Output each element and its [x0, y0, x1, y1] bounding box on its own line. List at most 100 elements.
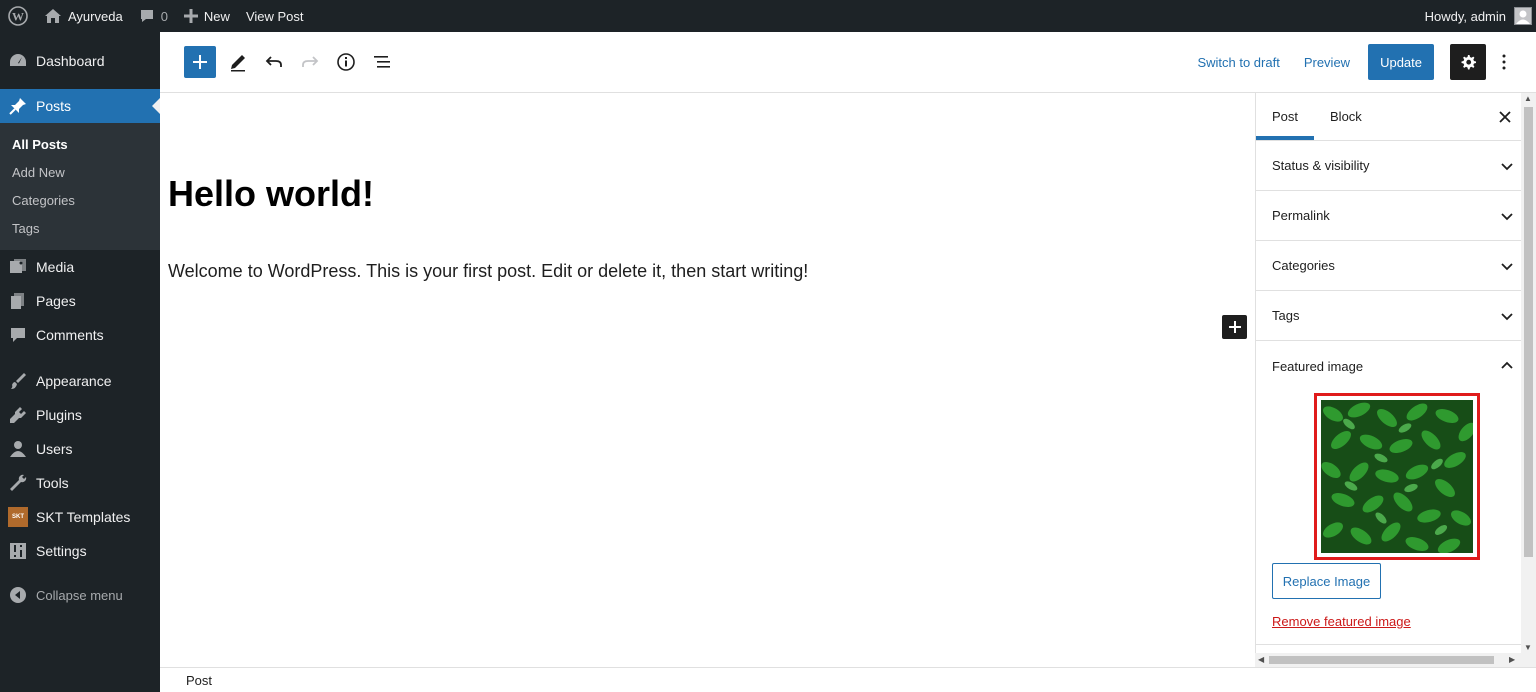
scroll-down-icon: ▼ — [1524, 643, 1532, 652]
scroll-left-icon: ◀ — [1258, 655, 1265, 664]
breadcrumb-post[interactable]: Post — [186, 673, 212, 688]
panel-title: Tags — [1272, 308, 1300, 323]
featured-image-thumbnail[interactable] — [1321, 400, 1473, 553]
comments-link[interactable]: 0 — [131, 0, 176, 32]
wrench-icon — [8, 473, 28, 493]
plus-icon — [1228, 320, 1242, 334]
view-post-link[interactable]: View Post — [238, 0, 312, 32]
scroll-right-icon: ▶ — [1509, 655, 1516, 664]
block-breadcrumb: Post — [160, 667, 1536, 692]
submenu-categories[interactable]: Categories — [0, 186, 160, 214]
new-content-link[interactable]: New — [176, 0, 238, 32]
sidebar-item-users[interactable]: Users — [0, 432, 160, 466]
replace-image-button[interactable]: Replace Image — [1272, 563, 1381, 599]
panel-divider — [1256, 644, 1521, 645]
sidebar-item-posts[interactable]: Posts — [0, 89, 160, 123]
sidebar-item-label: Users — [36, 441, 73, 457]
sidebar-item-label: Dashboard — [36, 53, 105, 69]
submenu-tags[interactable]: Tags — [0, 214, 160, 242]
sidebar-item-label: Settings — [36, 543, 87, 559]
collapse-menu-button[interactable]: Collapse menu — [0, 578, 160, 612]
panel-categories[interactable]: Categories — [1256, 241, 1521, 291]
my-account[interactable]: Howdy, admin — [1425, 0, 1536, 32]
post-title[interactable]: Hello world! — [168, 173, 374, 215]
site-name-link[interactable]: Ayurveda — [36, 0, 131, 32]
settings-vertical-scrollbar[interactable]: ▲ ▼ — [1521, 93, 1536, 653]
undo-button[interactable] — [256, 44, 292, 80]
panel-title: Permalink — [1272, 208, 1330, 223]
remove-featured-image-link[interactable]: Remove featured image — [1272, 614, 1411, 629]
pages-icon — [8, 291, 28, 311]
comments-count: 0 — [160, 8, 168, 24]
plus-icon — [192, 54, 208, 70]
more-options-button[interactable] — [1492, 44, 1516, 80]
sidebar-item-tools[interactable]: Tools — [0, 466, 160, 500]
settings-horizontal-scrollbar[interactable]: ◀ ▶ — [1255, 653, 1536, 667]
sidebar-item-label: SKT Templates — [36, 509, 131, 525]
sidebar-item-settings[interactable]: Settings — [0, 534, 160, 568]
pin-icon — [8, 96, 28, 116]
sidebar-item-skt-templates[interactable]: SKT SKT Templates — [0, 500, 160, 534]
details-button[interactable] — [328, 44, 364, 80]
tools-pencil-button[interactable] — [220, 44, 256, 80]
posts-submenu: All Posts Add New Categories Tags — [0, 123, 160, 250]
panel-tags[interactable]: Tags — [1256, 291, 1521, 341]
wordpress-logo-icon[interactable]: W — [0, 0, 36, 32]
submenu-add-new[interactable]: Add New — [0, 158, 160, 186]
howdy-text: Howdy, admin — [1424, 8, 1506, 24]
close-settings-button[interactable] — [1493, 105, 1517, 129]
post-paragraph[interactable]: Welcome to WordPress. This is your first… — [168, 261, 808, 282]
view-post-label: View Post — [245, 8, 304, 24]
scrollbar-thumb[interactable] — [1269, 656, 1494, 664]
list-view-button[interactable] — [364, 44, 400, 80]
admin-bar: W Ayurveda 0 New View Post Howdy, admin — [0, 0, 1536, 32]
panel-title: Status & visibility — [1272, 158, 1370, 173]
update-button[interactable]: Update — [1368, 44, 1434, 80]
plus-icon — [183, 9, 198, 23]
brush-icon — [8, 371, 28, 391]
sidebar-item-comments[interactable]: Comments — [0, 318, 160, 352]
sidebar-item-pages[interactable]: Pages — [0, 284, 160, 318]
close-icon — [1499, 111, 1511, 123]
sidebar-item-label: Tools — [36, 475, 69, 491]
sidebar-item-label: Appearance — [36, 373, 112, 389]
comment-icon — [8, 325, 28, 345]
panel-featured-image: Featured image Replace Image Remove feat… — [1256, 341, 1521, 645]
sidebar-tabs: Post Block — [1256, 93, 1521, 141]
panel-status-visibility[interactable]: Status & visibility — [1256, 141, 1521, 191]
panel-permalink[interactable]: Permalink — [1256, 191, 1521, 241]
editor-canvas: Hello world! Welcome to WordPress. This … — [160, 93, 1255, 667]
scrollbar-thumb[interactable] — [1524, 107, 1533, 557]
chevron-down-icon — [1499, 258, 1515, 274]
chevron-up-icon — [1499, 358, 1515, 374]
switch-to-draft-button[interactable]: Switch to draft — [1185, 55, 1291, 70]
sidebar-item-plugins[interactable]: Plugins — [0, 398, 160, 432]
redo-icon — [300, 52, 320, 72]
sidebar-item-label: Media — [36, 259, 75, 275]
sidebar-item-media[interactable]: Media — [0, 250, 160, 284]
submenu-all-posts[interactable]: All Posts — [0, 130, 160, 158]
sidebar-item-label: Plugins — [36, 407, 82, 423]
chevron-down-icon — [1499, 208, 1515, 224]
comment-bubble-icon — [139, 8, 155, 24]
settings-toggle-button[interactable] — [1450, 44, 1486, 80]
list-view-icon — [372, 52, 392, 72]
settings-sidebar: Post Block Status & visibility Permalink… — [1255, 93, 1521, 653]
home-icon — [44, 8, 62, 24]
panel-title: Categories — [1272, 258, 1335, 273]
featured-image-header[interactable]: Featured image — [1272, 341, 1513, 391]
block-inserter-toggle[interactable] — [184, 46, 216, 78]
tab-block[interactable]: Block — [1314, 93, 1378, 140]
dashboard-icon — [8, 51, 28, 71]
collapse-menu-label: Collapse menu — [36, 587, 123, 603]
tab-post[interactable]: Post — [1256, 93, 1314, 140]
sidebar-item-label: Posts — [36, 98, 72, 114]
site-name: Ayurveda — [68, 8, 123, 24]
sidebar-item-appearance[interactable]: Appearance — [0, 364, 160, 398]
block-appender-button[interactable] — [1222, 315, 1247, 339]
sidebar-item-dashboard[interactable]: Dashboard — [0, 44, 160, 78]
redo-button[interactable] — [292, 44, 328, 80]
preview-button[interactable]: Preview — [1292, 55, 1362, 70]
admin-sidebar: Dashboard Posts All Posts Add New Catego… — [0, 32, 160, 692]
avatar — [1514, 7, 1532, 25]
